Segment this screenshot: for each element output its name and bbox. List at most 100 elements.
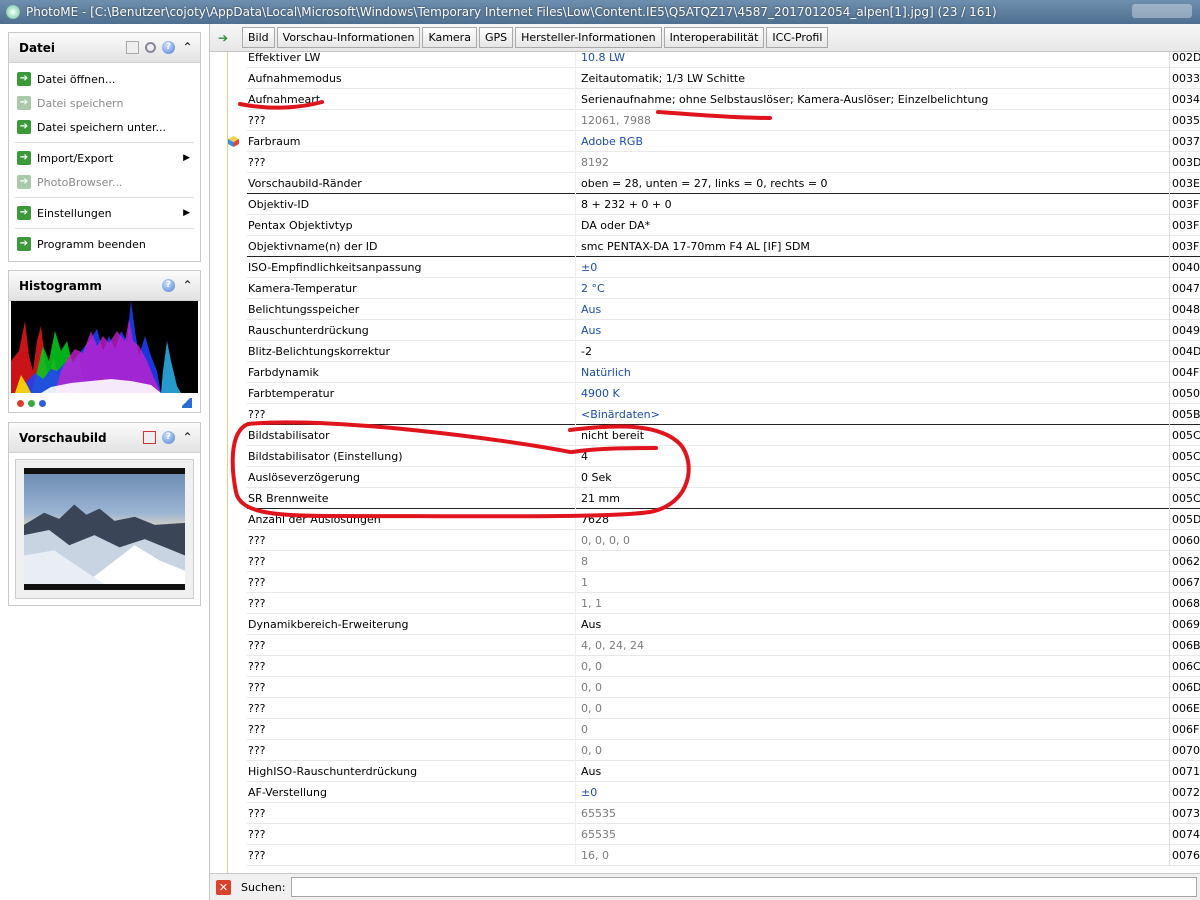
row-value: 0, 0, 0, 0	[581, 534, 630, 547]
table-row[interactable]: Farbraum Adobe RGB 0037	[228, 131, 1200, 152]
table-row[interactable]: Objektivname(n) der ID smc PENTAX-DA 17-7…	[247, 236, 1200, 257]
row-tag-id: 0048	[1172, 303, 1200, 316]
table-row[interactable]: Belichtungsspeicher Aus 0048	[247, 299, 1200, 320]
table-row[interactable]: Bildstabilisator (Einstellung) 4 005C	[247, 446, 1200, 467]
tab-vorschau-informationen[interactable]: Vorschau-Informationen	[276, 27, 421, 48]
menu-item-settings[interactable]: ➔ Einstellungen ▶	[9, 201, 200, 225]
column-divider	[575, 614, 576, 635]
table-row[interactable]: ??? <Binärdaten> 005B	[247, 404, 1200, 425]
menu-item-import-export[interactable]: ➔ Import/Export ▶	[9, 146, 200, 170]
title-bar-controls[interactable]	[1132, 4, 1192, 18]
table-row[interactable]: ??? 0, 0 006C	[247, 656, 1200, 677]
table-row[interactable]: Objektiv-ID 8 + 232 + 0 + 0 003F	[247, 194, 1200, 215]
table-row[interactable]: ??? 0, 0 0070	[247, 740, 1200, 761]
table-row[interactable]: ??? 12061, 7988 0035	[247, 110, 1200, 131]
preview-frame	[15, 459, 194, 599]
table-row[interactable]: Aufnahmeart Serienaufnahme; ohne Selbstau…	[247, 89, 1200, 110]
tab-interoperabilitaet[interactable]: Interoperabilität	[663, 27, 765, 48]
menu-item-exit[interactable]: ➔ Programm beenden	[9, 232, 200, 256]
app-eye-icon	[6, 5, 20, 19]
table-row[interactable]: Rauschunterdrückung Aus 0049	[247, 320, 1200, 341]
table-row[interactable]: ??? 16, 0 0076	[247, 845, 1200, 866]
preview-thumbnail[interactable]	[24, 468, 185, 590]
table-row[interactable]: Vorschaubild-Ränder oben = 28, unten = 27…	[247, 173, 1200, 194]
remove-preview-icon[interactable]	[143, 431, 156, 444]
table-row[interactable]: HighISO-Rauschunterdrückung Aus 0071	[247, 761, 1200, 782]
table-row[interactable]: ??? 0, 0 006D	[247, 677, 1200, 698]
column-divider	[1169, 593, 1170, 614]
table-row[interactable]: Aufnahmemodus Zeitautomatik; 1/3 LW Schit…	[247, 68, 1200, 89]
table-row[interactable]: ??? 8 0062	[247, 551, 1200, 572]
tab-gps[interactable]: GPS	[478, 27, 514, 48]
table-row[interactable]: Dynamikbereich-Erweiterung Aus 0069	[247, 614, 1200, 635]
table-row[interactable]: ??? 8192 003D	[247, 152, 1200, 173]
tab-hersteller-informationen[interactable]: Hersteller-Informationen	[515, 27, 662, 48]
histogram-graph	[11, 301, 198, 393]
table-row[interactable]: SR Brennweite 21 mm 005C	[247, 488, 1200, 509]
blue-channel-icon[interactable]	[39, 399, 46, 407]
preview-panel-header[interactable]: Vorschaubild ? ⌃	[9, 423, 200, 453]
row-value: 8192	[581, 156, 609, 169]
go-arrow-icon[interactable]: ➔	[218, 32, 230, 44]
copy-icon[interactable]	[126, 41, 139, 54]
column-divider	[1169, 278, 1170, 299]
table-row[interactable]: ISO-Empfindlichkeitsanpassung ±0 0040	[247, 257, 1200, 278]
red-channel-icon[interactable]	[17, 399, 24, 407]
table-row[interactable]: Kamera-Temperatur 2 °C 0047	[247, 278, 1200, 299]
row-tag-id: 006C	[1172, 660, 1200, 673]
row-name: Vorschaubild-Ränder	[248, 177, 362, 190]
table-row[interactable]: Anzahl der Auslösungen 7628 005D	[247, 509, 1200, 530]
search-input[interactable]	[291, 877, 1198, 897]
help-icon[interactable]: ?	[162, 41, 175, 54]
search-icon[interactable]	[145, 42, 156, 53]
close-icon[interactable]: ✕	[216, 879, 231, 895]
row-tag-id: 003E	[1172, 177, 1200, 190]
green-channel-icon[interactable]	[28, 399, 35, 407]
table-row[interactable]: ??? 1 0067	[247, 572, 1200, 593]
column-divider	[575, 425, 576, 446]
tab-icc-profil[interactable]: ICC-Profil	[766, 27, 829, 48]
help-icon[interactable]: ?	[162, 431, 175, 444]
row-value: 21 mm	[581, 492, 620, 505]
table-row[interactable]: ??? 0 006F	[247, 719, 1200, 740]
datei-panel-header[interactable]: Datei ? ⌃	[9, 33, 200, 63]
menu-item-label: Datei öffnen...	[37, 72, 116, 86]
row-tag-id: 0072	[1172, 786, 1200, 799]
column-divider	[575, 404, 576, 425]
collapse-icon[interactable]: ⌃	[181, 431, 194, 444]
collapse-icon[interactable]: ⌃	[181, 279, 194, 292]
table-row[interactable]: ??? 65535 0073	[247, 803, 1200, 824]
table-row[interactable]: ??? 65535 0074	[247, 824, 1200, 845]
table-row[interactable]: Blitz-Belichtungskorrektur -2 004D	[247, 341, 1200, 362]
table-row[interactable]: Auslöseverzögerung 0 Sek 005C	[247, 467, 1200, 488]
table-row[interactable]: Bildstabilisator nicht bereit 005C	[247, 425, 1200, 446]
help-icon[interactable]: ?	[162, 279, 175, 292]
row-value: 2 °C	[581, 282, 605, 295]
tab-bild[interactable]: Bild	[242, 27, 275, 48]
collapse-icon[interactable]: ⌃	[181, 41, 194, 54]
menu-item-save-as[interactable]: ➔ Datei speichern unter...	[9, 115, 200, 139]
row-value: 16, 0	[581, 849, 609, 862]
arrow-right-icon: ➔	[17, 120, 31, 134]
histogram-panel-header[interactable]: Histogramm ? ⌃	[9, 271, 200, 301]
metadata-table[interactable]: Effektiver LW 10.8 LW 002D Aufnahmemodus Zei…	[210, 52, 1200, 873]
column-divider	[575, 677, 576, 698]
table-row[interactable]: ??? 0, 0 006E	[247, 698, 1200, 719]
column-divider	[575, 173, 576, 194]
row-tag-id: 0049	[1172, 324, 1200, 337]
menu-item-open[interactable]: ➔ Datei öffnen...	[9, 67, 200, 91]
table-row[interactable]: ??? 4, 0, 24, 24 006B	[247, 635, 1200, 656]
tab-kamera[interactable]: Kamera	[422, 27, 477, 48]
histogram-mode-icon[interactable]	[182, 398, 192, 408]
table-row[interactable]: AF-Verstellung ±0 0072	[247, 782, 1200, 803]
row-name: Aufnahmeart	[248, 93, 321, 106]
table-row[interactable]: Pentax Objektivtyp DA oder DA* 003F	[247, 215, 1200, 236]
column-divider	[575, 488, 576, 509]
column-divider	[1169, 698, 1170, 719]
table-row[interactable]: Farbdynamik Natürlich 004F	[247, 362, 1200, 383]
column-divider	[1169, 383, 1170, 404]
table-row[interactable]: ??? 1, 1 0068	[247, 593, 1200, 614]
table-row[interactable]: Effektiver LW 10.8 LW 002D	[247, 52, 1200, 68]
table-row[interactable]: Farbtemperatur 4900 K 0050	[247, 383, 1200, 404]
table-row[interactable]: ??? 0, 0, 0, 0 0060	[247, 530, 1200, 551]
